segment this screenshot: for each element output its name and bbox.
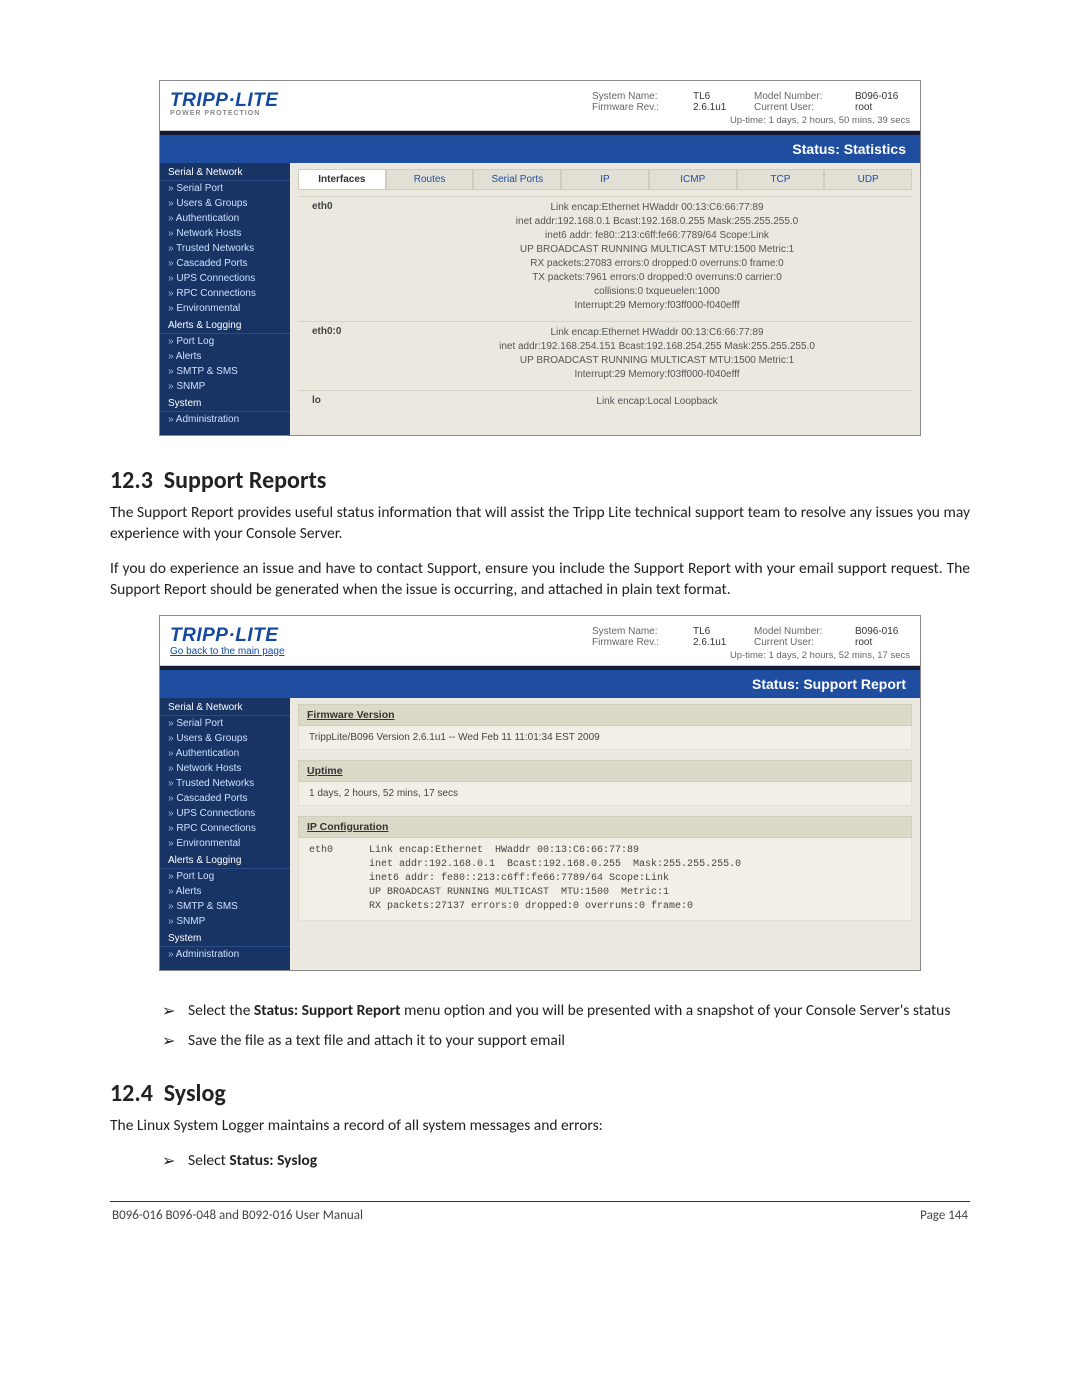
screenshot-status-support-report: TRIPP·LITE Go back to the main page Syst… [159,615,921,971]
tab-serial-ports[interactable]: Serial Ports [473,169,561,190]
sidebar-item-smtp-sms[interactable]: SMTP & SMS [160,899,290,914]
sidebar-item-cascaded-ports[interactable]: Cascaded Ports [160,256,290,271]
tab-udp[interactable]: UDP [824,169,912,190]
sidebar-item-administration[interactable]: Administration [160,412,290,427]
bullet-arrow-icon: ➢ [162,1001,188,1021]
list-item: Select Status: Syslog [188,1151,317,1171]
sidebar-item-alerts[interactable]: Alerts [160,884,290,899]
sidebar-item-environmental[interactable]: Environmental [160,301,290,316]
list-item: Save the file as a text file and attach … [188,1031,565,1051]
interface-lo: lo Link encap:Local Loopback [298,390,912,413]
content-pane: Interfaces Routes Serial Ports IP ICMP T… [290,163,920,435]
interface-eth0: eth0 Link encap:Ethernet HWaddr 00:13:C6… [298,196,912,317]
sidebar-item-ups-connections[interactable]: UPS Connections [160,271,290,286]
instruction-list: ➢ Select Status: Syslog [162,1151,970,1171]
panel-ip-configuration: IP Configuration [298,816,912,838]
bullet-arrow-icon: ➢ [162,1151,188,1171]
panel-firmware-version: Firmware Version [298,704,912,726]
panel-uptime-body: 1 days, 2 hours, 52 mins, 17 secs [298,782,912,806]
panel-uptime: Uptime [298,760,912,782]
sidebar-item-rpc-connections[interactable]: RPC Connections [160,821,290,836]
sidebar-item-trusted-networks[interactable]: Trusted Networks [160,776,290,791]
brand-logo: TRIPP·LITE POWER PROTECTION [170,91,278,117]
sidebar-item-ups-connections[interactable]: UPS Connections [160,806,290,821]
sidebar-item-port-log[interactable]: Port Log [160,869,290,884]
sidebar-item-network-hosts[interactable]: Network Hosts [160,761,290,776]
go-back-link[interactable]: Go back to the main page [170,646,285,657]
system-info: System Name:TL6 Model Number:B096-016 Fi… [592,626,910,661]
footer-left: B096-016 B096-048 and B092-016 User Manu… [112,1208,363,1223]
status-bar: Status: Statistics [160,131,920,163]
sidebar-nav: Serial & Network Serial Port Users & Gro… [160,698,290,970]
sidebar-item-alerts[interactable]: Alerts [160,349,290,364]
list-item: Select the Status: Support Report menu o… [188,1001,950,1021]
sidebar-item-port-log[interactable]: Port Log [160,334,290,349]
sidebar-group-alerts-logging: Alerts & Logging [160,851,290,869]
tab-routes[interactable]: Routes [386,169,474,190]
heading-syslog: 12.4 Syslog [110,1079,970,1108]
system-info: System Name:TL6 Model Number:B096-016 Fi… [592,91,910,126]
tab-ip[interactable]: IP [561,169,649,190]
footer-right: Page 144 [920,1208,968,1223]
sidebar-item-authentication[interactable]: Authentication [160,746,290,761]
status-bar: Status: Support Report [160,666,920,698]
sidebar-group-serial-network: Serial & Network [160,163,290,181]
screenshot-status-statistics: TRIPP·LITE POWER PROTECTION System Name:… [159,80,921,436]
sidebar-item-environmental[interactable]: Environmental [160,836,290,851]
paragraph: If you do experience an issue and have t… [110,559,970,601]
paragraph: The Support Report provides useful statu… [110,503,970,545]
sidebar-group-serial-network: Serial & Network [160,698,290,716]
sidebar-item-administration[interactable]: Administration [160,947,290,962]
sidebar-item-snmp[interactable]: SNMP [160,379,290,394]
stats-tabs: Interfaces Routes Serial Ports IP ICMP T… [298,169,912,190]
bullet-arrow-icon: ➢ [162,1031,188,1051]
sidebar-item-users-groups[interactable]: Users & Groups [160,196,290,211]
sidebar-item-cascaded-ports[interactable]: Cascaded Ports [160,791,290,806]
app-header: TRIPP·LITE Go back to the main page Syst… [160,616,920,666]
tab-interfaces[interactable]: Interfaces [298,169,386,190]
footer-rule [110,1201,970,1202]
heading-support-reports: 12.3 Support Reports [110,466,970,495]
app-header: TRIPP·LITE POWER PROTECTION System Name:… [160,81,920,131]
paragraph: The Linux System Logger maintains a reco… [110,1116,970,1137]
sidebar-item-snmp[interactable]: SNMP [160,914,290,929]
content-pane: Firmware Version TrippLite/B096 Version … [290,698,920,970]
page-footer: B096-016 B096-048 and B092-016 User Manu… [110,1208,970,1223]
tab-icmp[interactable]: ICMP [649,169,737,190]
sidebar-item-network-hosts[interactable]: Network Hosts [160,226,290,241]
interface-eth0-0: eth0:0 Link encap:Ethernet HWaddr 00:13:… [298,321,912,386]
sidebar-item-rpc-connections[interactable]: RPC Connections [160,286,290,301]
brand-logo: TRIPP·LITE Go back to the main page [170,626,285,657]
instruction-list: ➢ Select the Status: Support Report menu… [162,1001,970,1051]
sidebar-item-trusted-networks[interactable]: Trusted Networks [160,241,290,256]
panel-ip-configuration-body: eth0 Link encap:Ethernet HWaddr 00:13:C6… [298,838,912,921]
sidebar-item-authentication[interactable]: Authentication [160,211,290,226]
sidebar-group-alerts-logging: Alerts & Logging [160,316,290,334]
sidebar-item-serial-port[interactable]: Serial Port [160,716,290,731]
sidebar-item-smtp-sms[interactable]: SMTP & SMS [160,364,290,379]
sidebar-nav: Serial & Network Serial Port Users & Gro… [160,163,290,435]
sidebar-group-system: System [160,929,290,947]
sidebar-item-serial-port[interactable]: Serial Port [160,181,290,196]
sidebar-group-system: System [160,394,290,412]
panel-firmware-version-body: TrippLite/B096 Version 2.6.1u1 -- Wed Fe… [298,726,912,750]
sidebar-item-users-groups[interactable]: Users & Groups [160,731,290,746]
tab-tcp[interactable]: TCP [737,169,825,190]
